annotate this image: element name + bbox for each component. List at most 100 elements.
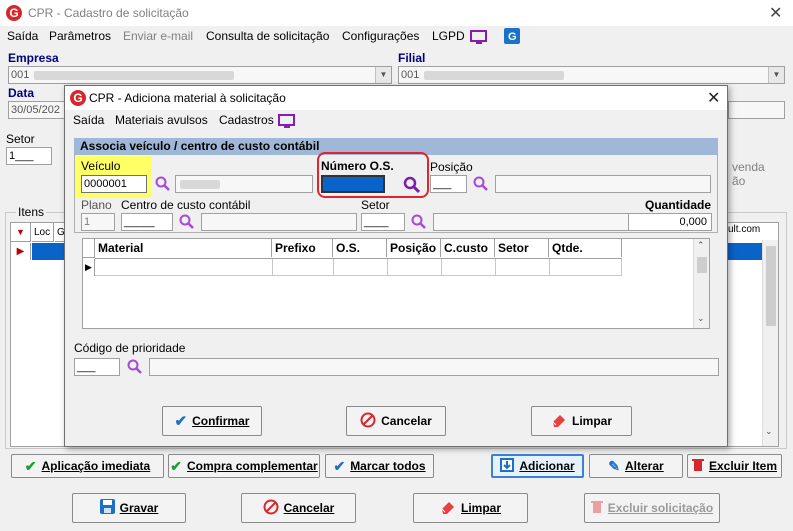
setor-field[interactable]: 1___	[6, 147, 52, 165]
menu-configuracoes[interactable]: Configurações	[342, 29, 419, 43]
scroll-up-icon[interactable]: ⌃	[697, 240, 705, 251]
dialog-menu-cadastros[interactable]: Cadastros	[219, 113, 274, 127]
material-grid-row[interactable]	[95, 259, 622, 276]
excluir-solicitacao-button[interactable]: Excluir solicitação	[584, 493, 720, 523]
filial-combo[interactable]: 001	[398, 66, 785, 84]
empresa-value: 001	[11, 69, 30, 81]
check-icon: ✔	[24, 457, 37, 474]
posicao-desc	[495, 175, 711, 193]
alterar-button[interactable]: ✎ Alterar	[589, 454, 683, 478]
dialog-menu-saida[interactable]: Saída	[73, 113, 104, 127]
prioridade-search-icon[interactable]	[127, 359, 143, 375]
dialog-logo-icon: G	[70, 90, 86, 106]
filial-label: Filial	[398, 51, 426, 65]
excluir-item-button[interactable]: Excluir Item	[687, 454, 782, 478]
col-qtde[interactable]: Qtde.	[549, 239, 622, 257]
trash-icon	[691, 458, 704, 475]
menu-saida[interactable]: Saída	[7, 29, 38, 43]
data-field[interactable]: 30/05/202	[8, 101, 68, 119]
right-field[interactable]	[728, 101, 785, 119]
col-setor[interactable]: Setor	[495, 239, 549, 257]
filial-chevron-down-icon[interactable]: ▼	[768, 67, 784, 83]
row-divider	[495, 259, 496, 276]
dialog-menu-materiais-avulsos[interactable]: Materiais avulsos	[115, 113, 208, 127]
items-scrollbar[interactable]: ⌄	[762, 240, 778, 446]
menu-enviar-email[interactable]: Enviar e-mail	[123, 29, 193, 43]
main-cancelar-button[interactable]: Cancelar	[241, 493, 356, 523]
adicionar-button[interactable]: Adicionar	[491, 454, 584, 478]
main-limpar-button[interactable]: Limpar	[413, 493, 528, 523]
veiculo-desc-redacted	[180, 179, 220, 189]
veiculo-desc	[175, 175, 313, 193]
scroll-down-icon[interactable]: ⌄	[765, 426, 773, 437]
items-col-ultcom: ult.com	[728, 224, 761, 235]
grid-row-pointer-icon: ▶	[83, 259, 95, 276]
eraser-icon	[551, 413, 567, 430]
row-pointer-icon: ▶	[11, 243, 31, 260]
col-prefixo[interactable]: Prefixo	[272, 239, 333, 257]
col-os[interactable]: O.S.	[333, 239, 387, 257]
posicao-search-icon[interactable]	[473, 176, 489, 192]
monitor-icon[interactable]	[470, 29, 488, 48]
col-material[interactable]: Material	[95, 239, 272, 257]
veiculo-search-icon[interactable]	[155, 176, 171, 192]
main-close-icon[interactable]: ✕	[769, 3, 782, 23]
eraser-icon	[440, 500, 456, 517]
centro-custo-label: Centro de custo contábil	[121, 198, 251, 212]
help-logo-icon[interactable]: G	[504, 28, 520, 47]
col-ccusto[interactable]: C.custo	[441, 239, 495, 257]
prioridade-field[interactable]: ___	[74, 358, 120, 376]
dialog-cancelar-button[interactable]: Cancelar	[346, 406, 446, 436]
posicao-field[interactable]: ___	[430, 175, 467, 193]
material-grid-scrollbar[interactable]: ⌃ ⌄	[693, 239, 709, 328]
setor-desc	[433, 213, 647, 231]
quantidade-field[interactable]: 0,000	[628, 213, 712, 231]
centro-custo-search-icon[interactable]	[179, 214, 195, 230]
empresa-chevron-down-icon[interactable]: ▼	[375, 67, 391, 83]
col-posicao[interactable]: Posição	[387, 239, 441, 257]
dialog-limpar-button[interactable]: Limpar	[531, 406, 632, 436]
dialog-close-icon[interactable]: ✕	[707, 88, 720, 108]
dialog-setor-field[interactable]: ____	[361, 213, 405, 231]
add-item-icon	[500, 457, 515, 475]
data-label: Data	[8, 86, 35, 100]
app-logo-icon: G	[6, 5, 22, 21]
right-text-ao: ão	[732, 174, 746, 188]
numero-os-field[interactable]	[321, 175, 385, 193]
empresa-combo[interactable]: 001	[8, 66, 392, 84]
marcar-todos-button[interactable]: ✔ Marcar todos	[325, 454, 434, 478]
add-material-dialog: G CPR - Adiciona material à solicitação …	[64, 85, 728, 447]
dialog-title-bar: G CPR - Adiciona material à solicitação …	[65, 86, 727, 110]
trash-icon	[590, 500, 603, 517]
numero-os-label: Número O.S.	[321, 159, 394, 173]
row-divider	[441, 259, 442, 276]
check-icon: ✔	[170, 457, 183, 474]
svg-text:G: G	[508, 31, 517, 43]
items-scroll-thumb[interactable]	[766, 246, 776, 326]
setor-label: Setor	[6, 132, 35, 146]
prioridade-label: Código de prioridade	[74, 341, 186, 355]
scroll-down-icon[interactable]: ⌄	[697, 313, 705, 324]
compra-complementar-button[interactable]: ✔ Compra complementar	[168, 454, 320, 478]
main-window-title: CPR - Cadastro de solicitação	[28, 6, 189, 20]
cancel-icon	[263, 499, 279, 518]
right-text-venda: venda	[732, 160, 765, 174]
confirmar-button[interactable]: ✔ Confirmar	[162, 406, 262, 436]
numero-os-search-icon[interactable]	[403, 176, 421, 194]
selected-row[interactable]	[32, 243, 65, 260]
setor-search-icon[interactable]	[411, 214, 427, 230]
plano-field[interactable]: 1	[81, 213, 115, 231]
material-scroll-thumb[interactable]	[697, 257, 707, 273]
menu-parametros[interactable]: Parâmetros	[49, 29, 111, 43]
centro-custo-field[interactable]: _____	[121, 213, 173, 231]
veiculo-label: Veículo	[81, 159, 121, 173]
veiculo-field[interactable]: 0000001	[81, 175, 147, 193]
gravar-button[interactable]: Gravar	[72, 493, 186, 523]
menu-lgpd[interactable]: LGPD	[432, 29, 465, 43]
menu-consulta-solicitacao[interactable]: Consulta de solicitação	[206, 29, 329, 43]
check-icon: ✔	[174, 413, 188, 430]
dialog-monitor-icon[interactable]	[278, 113, 296, 132]
aplicacao-imediata-button[interactable]: ✔ Aplicação imediata	[11, 454, 164, 478]
items-col-loc[interactable]: Loc	[32, 223, 54, 242]
sort-down-icon[interactable]: ▼	[11, 223, 31, 242]
